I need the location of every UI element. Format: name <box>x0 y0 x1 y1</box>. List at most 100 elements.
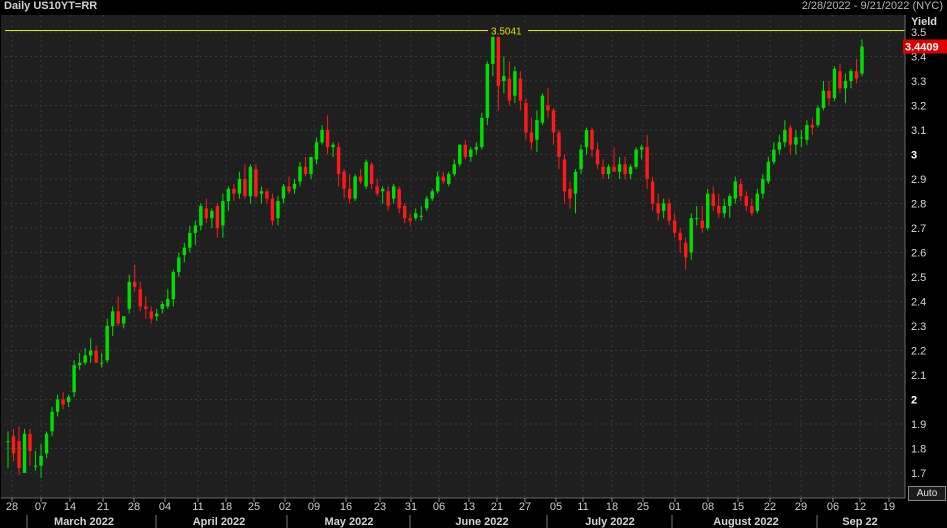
candle-body <box>695 218 699 220</box>
candle-body <box>210 210 214 219</box>
candle-body <box>452 164 456 175</box>
candle-body <box>287 186 291 192</box>
candlestick-chart: 3.5041 1.7 1.8 1.9 2 2.1 2.2 2.3 2.4 2.5 2.6 2.7 2.… <box>1 15 947 528</box>
x-tick-label: 15 <box>732 501 744 513</box>
candle-body <box>397 188 401 209</box>
title-bar: Daily US10YT=RR 2/28/2022 - 9/21/2022 (N… <box>0 0 947 14</box>
candle-body <box>11 436 16 454</box>
y-tick-label: 2.6 <box>911 248 926 260</box>
candle-body <box>601 166 605 175</box>
candle-body <box>441 176 445 182</box>
candle-body <box>276 201 280 219</box>
candle-body <box>496 36 501 86</box>
candle-body <box>535 120 539 140</box>
y-tick-label: 3.2 <box>911 101 926 113</box>
candle-body <box>628 166 633 175</box>
candle-body <box>755 193 760 211</box>
candle-body <box>33 465 38 467</box>
x-tick-label: 06 <box>827 501 839 513</box>
y-tick-label: 1.8 <box>911 444 926 456</box>
candle-body <box>546 105 550 111</box>
x-tick-label: 13 <box>463 501 475 513</box>
x-tick-label: 11 <box>577 501 588 513</box>
candle-body <box>177 257 181 273</box>
candle-body <box>77 362 82 366</box>
candle-body <box>243 179 247 197</box>
y-tick-label: 2.9 <box>911 174 926 186</box>
candle-body <box>320 130 324 143</box>
candle-body <box>94 350 98 363</box>
candle-body <box>667 203 671 221</box>
candle-body <box>722 205 726 214</box>
candle-body <box>821 90 826 108</box>
candle-body <box>358 176 363 182</box>
candle-body <box>375 186 379 194</box>
candle <box>540 93 545 126</box>
candle-body <box>650 181 655 204</box>
candle-body <box>854 71 859 79</box>
candle-body <box>661 203 666 211</box>
y-tick-label: 2.1 <box>911 370 926 382</box>
highlight-label: 3.5041 <box>491 26 522 37</box>
candle-body <box>342 171 346 189</box>
candle-body <box>733 181 737 199</box>
candle-body <box>595 149 600 165</box>
candle-body <box>28 433 32 451</box>
candle-body <box>105 326 109 361</box>
candle-body <box>22 433 27 473</box>
candle-body <box>254 169 258 197</box>
y-tick-label: 3.1 <box>911 125 926 137</box>
candle <box>480 112 484 150</box>
candle-body <box>232 188 236 194</box>
candle-body <box>518 78 523 101</box>
candle-body <box>364 161 368 187</box>
x-tick-label: 25 <box>248 501 260 513</box>
candle-body <box>72 365 76 393</box>
candle-body <box>810 125 815 128</box>
candle-body <box>700 220 704 228</box>
candle-body <box>99 362 104 364</box>
x-tick-label: 28 <box>6 501 18 513</box>
candle-body <box>838 71 842 89</box>
candle-body <box>270 198 275 221</box>
candle-body <box>171 272 175 300</box>
candle-body <box>761 179 765 194</box>
candle-body <box>281 186 286 199</box>
x-tick-label: 27 <box>519 501 531 513</box>
candle-body <box>259 191 264 194</box>
auto-scale-button[interactable]: Auto <box>908 486 946 501</box>
candle-body <box>292 183 297 189</box>
candle-body <box>402 205 407 219</box>
x-month-label: May 2022 <box>325 516 374 528</box>
y-tick-label: 2 <box>911 395 917 407</box>
candle <box>706 188 710 231</box>
candle-body <box>678 232 682 241</box>
y-tick-label: 3.3 <box>911 76 926 88</box>
candle-body <box>425 198 429 209</box>
candle-body <box>17 441 21 469</box>
candle-body <box>369 164 374 184</box>
candle-body <box>237 179 242 194</box>
candle-body <box>199 205 203 226</box>
candle-body <box>133 281 137 287</box>
candle-body <box>160 303 164 309</box>
candle <box>485 61 490 126</box>
candle-body <box>783 130 787 143</box>
candle-body <box>248 166 253 197</box>
candle-body <box>672 220 677 233</box>
candle-body <box>353 176 357 199</box>
candle-body <box>182 247 187 255</box>
candle-body <box>799 137 804 139</box>
candle <box>458 144 462 167</box>
x-tick-label: 09 <box>308 501 320 513</box>
y-axis: 1.7 1.8 1.9 2 2.1 2.2 2.3 2.4 2.5 2.6 2.7 2.8 2.9 3 3.… <box>903 27 947 480</box>
candle-body <box>298 166 302 182</box>
candle-body <box>766 161 771 182</box>
candle-body <box>61 399 65 405</box>
x-tick-label: 07 <box>35 501 47 513</box>
candle-body <box>827 90 831 99</box>
x-tick-label: 21 <box>491 501 503 513</box>
candle-body <box>728 196 732 206</box>
candle-body <box>683 242 688 258</box>
candle-body <box>739 183 743 197</box>
